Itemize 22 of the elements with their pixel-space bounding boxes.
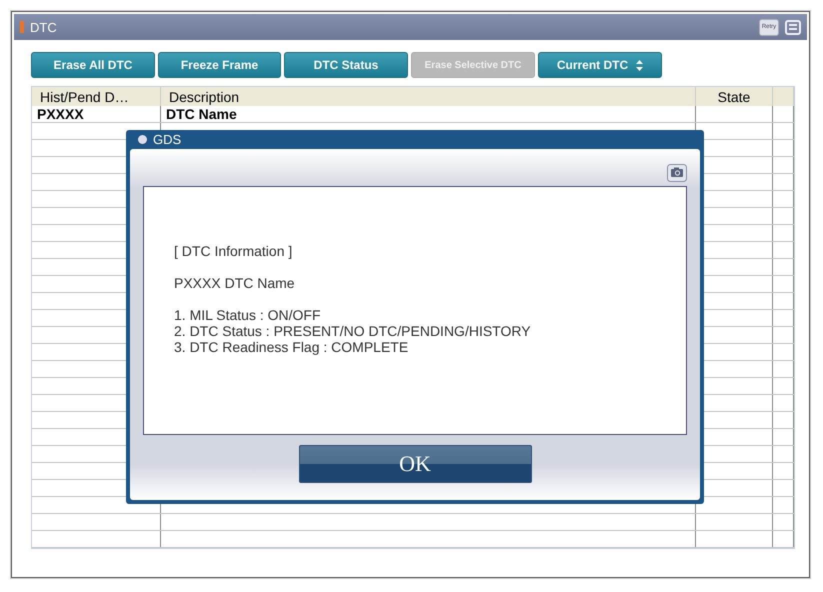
table-cell: DTC Name [160,106,696,122]
dropdown-button[interactable]: Current DTC [538,52,662,78]
column-header[interactable]: Hist/Pend D… [32,87,160,106]
column-header[interactable]: Description [160,87,696,106]
dialog-title: GDS [153,132,182,147]
marker-icon [20,21,24,33]
table-cell: PXXXX [32,106,160,122]
ok-button[interactable]: OK [298,445,532,483]
column-header[interactable]: State [696,87,772,106]
camera-icon[interactable] [667,164,687,182]
toolbar-button[interactable]: DTC Status [284,52,408,78]
toolbar-button[interactable]: Freeze Frame [158,52,281,78]
window-title: DTC [30,20,57,34]
menu-icon[interactable] [785,20,801,34]
toolbar-button[interactable]: Erase All DTC [31,52,155,78]
message-heading: [ DTC Information ] [174,243,294,259]
status-line: 1. MIL Status : ON/OFF [174,307,322,323]
status-line: 3. DTC Readiness Flag : COMPLETE [174,339,410,355]
spinner-icon [636,60,644,70]
status-line: 2. DTC Status : PRESENT/NO DTC/PENDING/HISTORY [174,323,532,339]
dialog-icon [138,135,147,144]
dtc-line: PXXXX DTC Name [174,275,296,291]
